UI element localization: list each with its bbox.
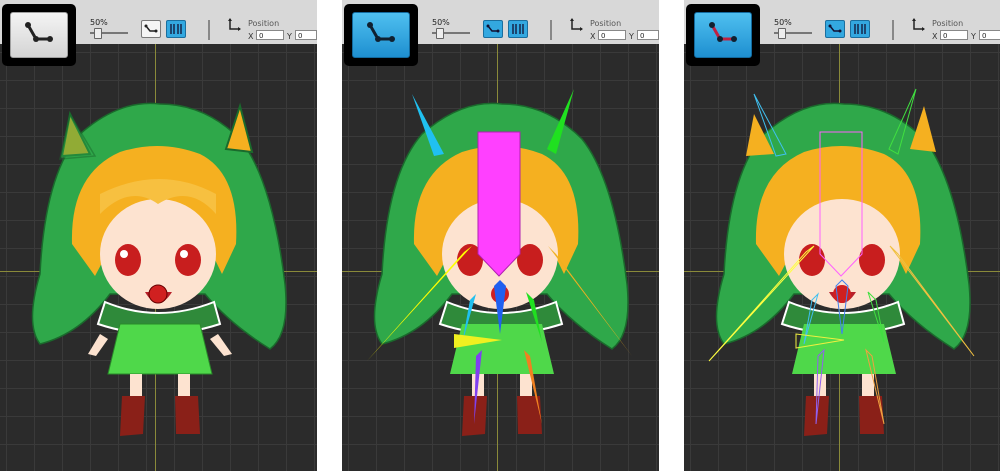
bone-outline-head: [819, 131, 863, 277]
bone-chain-icon: [144, 24, 158, 33]
move-axes-icon: [570, 18, 583, 31]
mesh-mode-button[interactable]: [850, 20, 870, 38]
mesh-icon: [170, 24, 182, 34]
bone-overlay: [367, 89, 632, 424]
y-position-input[interactable]: 0: [295, 30, 317, 40]
bone-outline-cape-left: [708, 245, 815, 362]
bone-outline-ear-right: [888, 88, 917, 155]
bone-arm-right: [526, 292, 542, 342]
editor-panel-bones: 50% Position X 0 Y 0: [342, 0, 659, 471]
bone-outline-arm-right: [867, 291, 885, 343]
bone-tool-button[interactable]: [344, 4, 418, 66]
x-position-input[interactable]: 0: [940, 30, 968, 40]
bone-ear-right: [547, 89, 574, 154]
bone-spine: [494, 280, 506, 334]
zoom-label: 50%: [432, 18, 450, 27]
y-label: Y: [971, 32, 976, 41]
bone-tool-button[interactable]: [686, 4, 760, 66]
zoom-slider-handle[interactable]: [94, 28, 102, 39]
editor-panel-default: 50% Position X 0 Y 0: [0, 0, 317, 471]
bone-leg-right: [524, 350, 542, 424]
y-position-input[interactable]: 0: [979, 30, 1000, 40]
bone-hip: [454, 334, 502, 348]
x-label: X: [248, 32, 254, 41]
zoom-label: 50%: [774, 18, 792, 27]
move-axes-icon: [912, 18, 925, 31]
y-label: Y: [287, 32, 292, 41]
bone-tool-icon: [709, 22, 737, 42]
x-label: X: [932, 32, 938, 41]
editor-panel-skeleton: 50% Position X 0 Y 0: [684, 0, 1000, 471]
zoom-slider-handle[interactable]: [436, 28, 444, 39]
mesh-mode-button[interactable]: [508, 20, 528, 38]
position-label: Position: [590, 19, 622, 28]
toolbar-divider: [208, 20, 210, 40]
bone-chain-icon: [828, 24, 842, 33]
skeleton-outline-overlay: [708, 88, 975, 425]
mesh-mode-button[interactable]: [166, 20, 186, 38]
chibi-character-illustration: [31, 102, 287, 436]
bone-outline-leg-right: [865, 348, 885, 425]
mesh-icon: [854, 24, 866, 34]
bone-chain-mode-button[interactable]: [825, 20, 845, 38]
bone-outline-hip: [795, 333, 845, 349]
bone-tool-button[interactable]: [2, 4, 76, 66]
bone-chain-icon: [486, 24, 500, 33]
toolbar-divider: [892, 20, 894, 40]
bone-outline-cape-right: [889, 245, 975, 357]
toolbar-divider: [550, 20, 552, 40]
move-axes-icon: [228, 18, 241, 31]
x-position-input[interactable]: 0: [598, 30, 626, 40]
bone-outline-ear-left: [753, 93, 787, 157]
position-label: Position: [932, 19, 964, 28]
bone-tool-icon: [367, 22, 395, 42]
x-position-input[interactable]: 0: [256, 30, 284, 40]
bone-head: [477, 131, 521, 277]
bone-tool-icon: [25, 22, 53, 42]
mesh-icon: [512, 24, 524, 34]
y-label: Y: [629, 32, 634, 41]
position-label: Position: [248, 19, 280, 28]
bone-outline-leg-left: [815, 348, 825, 425]
y-position-input[interactable]: 0: [637, 30, 659, 40]
bone-chain-mode-button[interactable]: [141, 20, 161, 38]
x-label: X: [590, 32, 596, 41]
bone-ear-left: [412, 94, 444, 156]
bone-chain-mode-button[interactable]: [483, 20, 503, 38]
zoom-slider-handle[interactable]: [778, 28, 786, 39]
zoom-label: 50%: [90, 18, 108, 27]
bone-leg-left: [474, 350, 482, 424]
bone-cape-right: [548, 246, 632, 356]
bone-outline-spine: [835, 279, 849, 335]
